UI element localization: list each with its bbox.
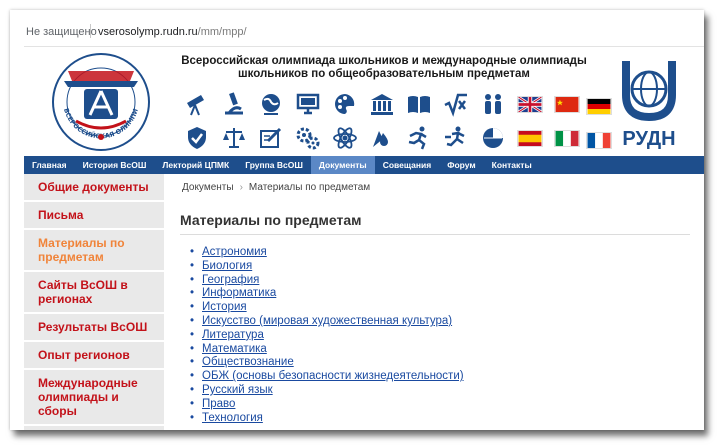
- security-indicator[interactable]: Не защищено: [26, 26, 97, 38]
- site-header: ВСЕРОССИЙСКАЯ ОЛИМПИАДА ШКОЛЬНИКОВ Всеро…: [24, 46, 704, 156]
- list-item: Технология: [190, 412, 464, 426]
- microscope-icon[interactable]: [219, 89, 249, 119]
- list-item: Обществознание: [190, 356, 464, 370]
- breadcrumb-documents[interactable]: Документы: [182, 182, 234, 193]
- atom-icon[interactable]: [330, 123, 360, 153]
- shield-icon[interactable]: [182, 123, 212, 153]
- writing-icon[interactable]: [256, 123, 286, 153]
- list-item: География: [190, 274, 464, 288]
- subject-link-history[interactable]: История: [202, 301, 247, 313]
- flag-france[interactable]: [586, 132, 612, 149]
- sidebar-item-results[interactable]: Результаты ВсОШ: [24, 314, 164, 342]
- url-domain: vserosolymp.rudn.ru: [98, 26, 198, 38]
- scales-icon[interactable]: [219, 123, 249, 153]
- nav-item-history[interactable]: История ВсОШ: [75, 156, 155, 174]
- nav-item-forum[interactable]: Форум: [439, 156, 483, 174]
- book-icon[interactable]: [404, 89, 434, 119]
- nav-item-contacts[interactable]: Контакты: [484, 156, 540, 174]
- flag-germany[interactable]: [586, 98, 612, 115]
- olympiad-logo[interactable]: ВСЕРОССИЙСКАЯ ОЛИМПИАДА ШКОЛЬНИКОВ: [50, 51, 152, 153]
- flag-china[interactable]: [552, 89, 582, 119]
- url-text[interactable]: vserosolymp.rudn.ru/mm/mpp/: [98, 26, 247, 38]
- list-item: Математика: [190, 343, 464, 357]
- sidebar-item-regional-experience[interactable]: Опыт регионов: [24, 342, 164, 370]
- gears-icon[interactable]: [293, 123, 323, 153]
- address-bar[interactable]: Не защищено vserosolymp.rudn.ru/mm/mpp/: [10, 10, 704, 40]
- flag-uk[interactable]: [515, 89, 545, 119]
- nav-item-meetings[interactable]: Совещания: [375, 156, 440, 174]
- nav-item-lectures[interactable]: Лекторий ЦПМК: [154, 156, 237, 174]
- nav-item-home[interactable]: Главная: [24, 156, 75, 174]
- building-icon[interactable]: [367, 89, 397, 119]
- subject-link-art[interactable]: Искусство (мировая художественная культу…: [202, 315, 452, 327]
- subject-link-russian[interactable]: Русский язык: [202, 384, 273, 396]
- subject-link-geography[interactable]: География: [202, 274, 259, 286]
- subject-icons-grid: [182, 89, 592, 157]
- people-icon[interactable]: [478, 89, 508, 119]
- sidebar-item-regional-sites[interactable]: Сайты ВсОШ в регионах: [24, 272, 164, 314]
- sidebar-item-general-docs[interactable]: Общие документы: [24, 174, 164, 202]
- sqrt-icon[interactable]: [441, 89, 471, 119]
- site-title-line1: Всероссийская олимпиада школьников и меж…: [181, 55, 587, 67]
- nav-item-group[interactable]: Группа ВсОШ: [237, 156, 311, 174]
- list-item: Литература: [190, 329, 464, 343]
- runner2-icon[interactable]: [441, 123, 471, 153]
- subject-link-math[interactable]: Математика: [202, 343, 267, 355]
- sidebar: Общие документы Письма Материалы по пред…: [24, 174, 164, 430]
- list-item: Биология: [190, 260, 464, 274]
- site-title-line2: школьников по общеобразовательным предме…: [238, 68, 530, 80]
- breadcrumb-separator-icon: ›: [239, 182, 243, 193]
- flag-spain[interactable]: [515, 123, 545, 153]
- address-separator: [90, 24, 91, 38]
- sidebar-item-international[interactable]: Международные олимпиады и сборы: [24, 370, 164, 426]
- browser-window: Не защищено vserosolymp.rudn.ru/mm/mpp/ …: [10, 10, 704, 430]
- subject-link-technology[interactable]: Технология: [202, 412, 263, 424]
- main-content: Документы › Материалы по предметам Материа…: [176, 174, 696, 430]
- subject-link-literature[interactable]: Литература: [202, 329, 264, 341]
- subject-link-informatics[interactable]: Информатика: [202, 287, 276, 299]
- flag-italy[interactable]: [552, 123, 582, 153]
- list-item: Русский язык: [190, 384, 464, 398]
- main-nav: Главная История ВсОШ Лекторий ЦПМК Групп…: [24, 156, 704, 174]
- list-item: История: [190, 301, 464, 315]
- telescope-icon[interactable]: [182, 89, 212, 119]
- rudn-logo-text: РУДН: [622, 128, 675, 150]
- list-item: Информатика: [190, 287, 464, 301]
- rudn-logo[interactable]: РУДН: [614, 55, 684, 151]
- list-item: Астрономия: [190, 246, 464, 260]
- sidebar-item-subject-materials[interactable]: Материалы по предметам: [24, 230, 164, 272]
- runner-icon[interactable]: [404, 123, 434, 153]
- list-item: ОБЖ (основы безопасности жизнедеятельнос…: [190, 370, 464, 384]
- nav-item-documents[interactable]: Документы: [310, 156, 375, 174]
- subject-link-law[interactable]: Право: [202, 398, 235, 410]
- breadcrumb: Документы › Материалы по предметам: [182, 182, 370, 193]
- computer-icon[interactable]: [293, 89, 323, 119]
- site-title: Всероссийская олимпиада школьников и меж…: [174, 55, 594, 81]
- list-item: Искусство (мировая художественная культу…: [190, 315, 464, 329]
- subject-link-astronomy[interactable]: Астрономия: [202, 246, 267, 258]
- drop-icon[interactable]: [367, 123, 397, 153]
- subject-link-obzh[interactable]: ОБЖ (основы безопасности жизнедеятельнос…: [202, 370, 464, 382]
- globe-icon[interactable]: [256, 89, 286, 119]
- sidebar-item-letters[interactable]: Письма: [24, 202, 164, 230]
- breadcrumb-current: Материалы по предметам: [248, 182, 371, 193]
- chart-icon[interactable]: [478, 123, 508, 153]
- url-path: /mm/mpp/: [197, 26, 247, 38]
- page-title: Материалы по предметам: [180, 212, 690, 235]
- subject-link-social-studies[interactable]: Обществознание: [202, 356, 294, 368]
- palette-icon[interactable]: [330, 89, 360, 119]
- list-item: Право: [190, 398, 464, 412]
- subject-list: Астрономия Биология География Информатик…: [190, 246, 464, 425]
- subject-link-biology[interactable]: Биология: [202, 260, 252, 272]
